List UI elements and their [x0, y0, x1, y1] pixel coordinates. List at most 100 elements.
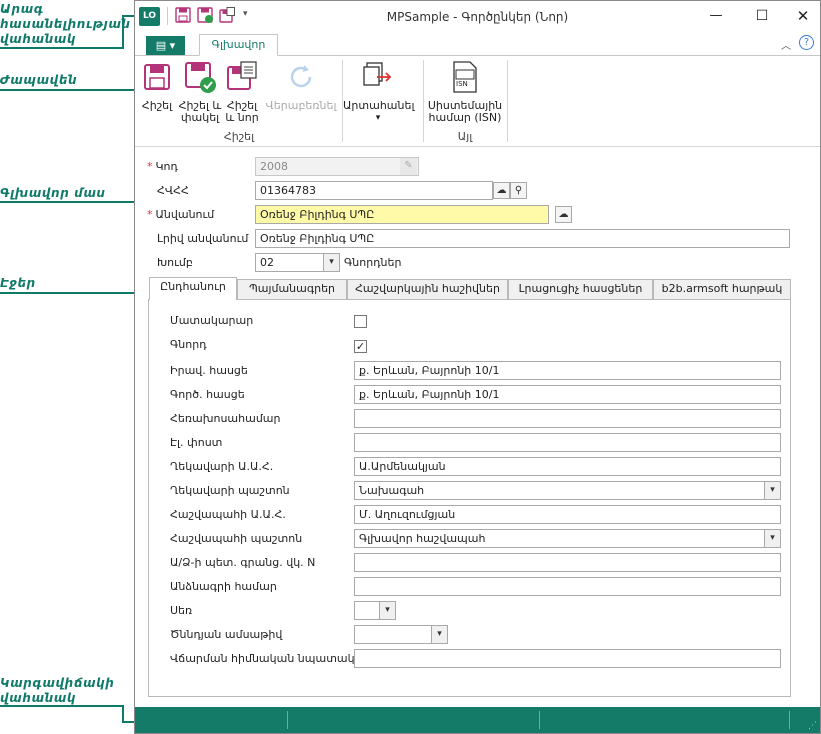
collapse-ribbon-icon[interactable]: ︿	[781, 37, 791, 52]
tab-panel-general: Մատակարար Գնորդ ✓ Իրավ. հասցե ք. Երևան, …	[148, 299, 791, 697]
divider	[287, 711, 288, 729]
fullname-field[interactable]: Օռենջ Բիլդինգ ՍՊԸ	[255, 229, 790, 248]
maximize-icon[interactable]: ☐	[748, 6, 776, 26]
supplier-checkbox[interactable]	[354, 315, 367, 328]
buyer-label: Գնորդ	[170, 338, 207, 351]
annotation-statusbar: Կարգավիճակի վահանակ	[0, 676, 115, 705]
code-field[interactable]: 2008	[255, 157, 419, 176]
app-window: LO ▾ MPSample - Գործընկեր (Նոր) — ☐ ✕ ▤ …	[134, 0, 821, 734]
gender-dropdown[interactable]: ▾	[354, 601, 396, 620]
buyer-checkbox[interactable]: ✓	[354, 340, 367, 353]
purpose-field[interactable]	[354, 649, 781, 668]
passport-field[interactable]	[354, 577, 781, 596]
edit-icon[interactable]: ✎	[400, 158, 417, 175]
accountant-position-value: Գլխավոր հաշվապահ	[359, 532, 486, 545]
annotation-line	[0, 201, 140, 203]
name-field[interactable]: Օռենջ Բիլդինգ ՍՊԸ	[255, 205, 549, 224]
accountant-field[interactable]: Մ. Աղուզումցյան	[354, 505, 781, 524]
status-bar: ⋰	[135, 707, 820, 733]
restore-label: Վերաբեռնել	[265, 99, 337, 112]
save-close-icon	[185, 62, 216, 93]
group-dropdown[interactable]: 02 ▾	[255, 253, 340, 272]
chevron-down-icon[interactable]: ▾	[323, 254, 339, 271]
ribbon-tabs: ▤ ▾ Գլխավոր ︿ ?	[135, 33, 820, 56]
save-button[interactable]: Հիշել	[139, 60, 175, 112]
annotation-ribbon: Ժապավեն	[0, 73, 78, 87]
passport-label: Անձնագրի համար	[170, 580, 277, 593]
divider	[789, 711, 790, 729]
save-close-label: Հիշել և փակել	[178, 99, 222, 124]
divider	[423, 60, 424, 142]
help-icon[interactable]: ?	[799, 35, 814, 50]
chevron-down-icon[interactable]: ▾	[431, 626, 447, 643]
name-label: * Անվանում	[147, 208, 215, 221]
export-label: Արտահանել	[343, 99, 415, 112]
group-dropdown-value: 02	[260, 256, 274, 269]
isn-label: Սիստեմային համար (ISN)	[427, 99, 503, 124]
annotation-line	[0, 47, 124, 49]
ribbon: Հիշել Հիշել և փակել Հիշել և նոր Վերաբեռն…	[135, 55, 820, 147]
director-position-value: Նախագահ	[359, 484, 425, 497]
annotation-main: Գլխավոր մաս	[0, 186, 106, 200]
code-label: * Կոդ	[147, 160, 178, 173]
birthdate-value: / /	[380, 641, 401, 643]
legal-address-field[interactable]: ք. Երևան, Բայրոնի 10/1	[354, 361, 781, 380]
chevron-down-icon[interactable]: ▾	[764, 530, 780, 547]
tab-b2b[interactable]: b2b.armsoft հարթակ	[653, 279, 791, 299]
tin-label: ՀՎՀՀ	[157, 184, 189, 197]
annotation-qat: Արագ հասանելիության վահանակ	[0, 2, 131, 46]
tab-home[interactable]: Գլխավոր	[199, 34, 278, 56]
fullname-label: Լրիվ անվանում	[157, 232, 249, 245]
group-label: Խումբ	[157, 256, 193, 269]
chevron-down-icon[interactable]: ▾	[764, 482, 780, 499]
minimize-icon[interactable]: —	[702, 6, 730, 26]
refresh-icon	[290, 65, 312, 88]
chevron-down-icon[interactable]: ▾	[379, 602, 395, 619]
director-field[interactable]: Ա.Արմենակյան	[354, 457, 781, 476]
accountant-label: Հաշվապահի Ա.Ա.Հ.	[170, 508, 286, 521]
tin-field[interactable]: 01364783	[255, 181, 493, 200]
birthdate-field[interactable]: / / ▾	[354, 625, 448, 644]
save-new-icon	[227, 61, 257, 90]
save-new-button[interactable]: Հիշել և նոր	[223, 60, 261, 124]
restore-button[interactable]: Վերաբեռնել	[263, 60, 339, 112]
registration-field[interactable]	[354, 553, 781, 572]
export-button[interactable]: Արտահանել ▾	[343, 60, 415, 124]
group-other-label: Այլ	[457, 130, 473, 143]
phone-field[interactable]	[354, 409, 781, 428]
accountant-position-label: Հաշվապահի պաշտոն	[170, 532, 303, 545]
file-menu-button[interactable]: ▤ ▾	[146, 36, 185, 56]
tab-contracts[interactable]: Պայմանագրեր	[237, 279, 347, 299]
email-field[interactable]	[354, 433, 781, 452]
divider	[507, 60, 508, 142]
isn-button[interactable]: ISN Սիստեմային համար (ISN)	[425, 60, 505, 124]
annotation-line	[0, 705, 124, 707]
resize-grip-icon[interactable]: ⋰	[808, 721, 817, 731]
birthdate-label: Ծննդյան ամսաթիվ	[170, 628, 283, 641]
cloud-icon[interactable]: ☁	[555, 206, 572, 223]
title-bar: LO ▾ MPSample - Գործընկեր (Նոր) — ☐ ✕	[135, 1, 820, 33]
purpose-label: Վճարման հիմնական նպատակ	[170, 652, 355, 665]
registration-label: Ա/Ձ-ի պետ. գրանց. վկ. N	[170, 556, 316, 569]
tab-addresses[interactable]: Լրացուցիչ հասցեներ	[508, 279, 653, 299]
director-position-dropdown[interactable]: Նախագահ ▾	[354, 481, 781, 500]
save-icon	[144, 64, 170, 90]
annotation-line	[0, 292, 150, 294]
close-icon[interactable]: ✕	[789, 6, 817, 26]
save-close-button[interactable]: Հիշել և փակել	[177, 60, 223, 124]
phone-label: Հեռախոսահամար	[170, 412, 281, 425]
export-icon	[363, 62, 392, 86]
director-position-label: Ղեկավարի պաշտոն	[170, 484, 290, 497]
tab-accounts[interactable]: Հաշվարկային հաշիվներ	[347, 279, 508, 299]
email-label: Էլ. փոստ	[170, 436, 223, 449]
save-label: Հիշել	[141, 99, 173, 112]
work-address-field[interactable]: ք. Երևան, Բայրոնի 10/1	[354, 385, 781, 404]
isn-icon-text: ISN	[456, 80, 468, 88]
search-icon[interactable]: ⚲	[510, 182, 527, 199]
group-name: Գնորդներ	[344, 256, 402, 269]
cloud-icon[interactable]: ☁	[493, 182, 510, 199]
export-dropdown-icon: ▾	[375, 113, 381, 123]
accountant-position-dropdown[interactable]: Գլխավոր հաշվապահ ▾	[354, 529, 781, 548]
tab-general[interactable]: Ընդհանուր	[149, 277, 237, 300]
supplier-label: Մատակարար	[170, 314, 254, 327]
